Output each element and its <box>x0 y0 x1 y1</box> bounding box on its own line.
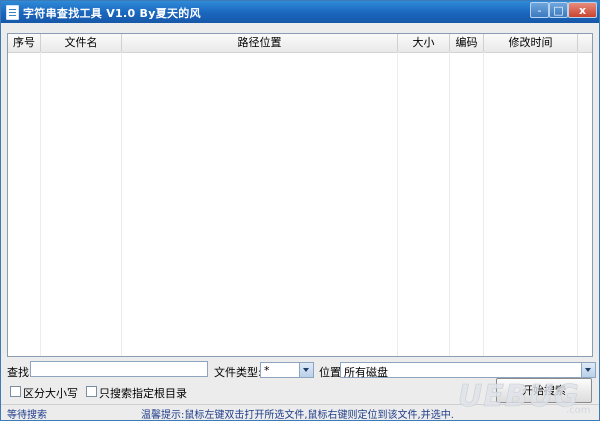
root-only-label[interactable]: 只搜索指定根目录 <box>99 385 187 401</box>
svg-text:UEBUG: UEBUG <box>458 379 580 414</box>
filetype-label: 文件类型: <box>214 366 262 379</box>
chevron-down-icon[interactable] <box>299 363 313 377</box>
column-header-size[interactable]: 大小 <box>398 34 450 52</box>
search-label: 查找: <box>7 366 33 379</box>
window-title: 字符串查找工具 V1.0 By夏天的风 <box>23 7 201 20</box>
column-divider <box>40 52 41 356</box>
app-icon <box>6 5 19 20</box>
column-header-modified[interactable]: 修改时间 <box>484 34 578 52</box>
column-header-path[interactable]: 路径位置 <box>122 34 398 52</box>
filetype-select[interactable]: * <box>260 362 314 378</box>
svg-text:.com: .com <box>566 405 591 416</box>
case-sensitive-checkbox[interactable] <box>10 386 21 397</box>
case-sensitive-label[interactable]: 区分大小写 <box>23 385 78 401</box>
location-value: 所有磁盘 <box>344 366 388 379</box>
column-divider <box>483 52 484 356</box>
app-window: 字符串查找工具 V1.0 By夏天的风 - □ x 序号 文件名 路径位置 大小… <box>0 0 600 421</box>
column-header-index[interactable]: 序号 <box>8 34 41 52</box>
maximize-button[interactable]: □ <box>549 2 568 18</box>
filetype-value: * <box>264 364 270 377</box>
column-divider <box>577 52 578 356</box>
column-header-encoding[interactable]: 编码 <box>450 34 484 52</box>
status-hint: 温馨提示:鼠标左键双击打开所选文件,鼠标右键则定位到该文件,并选中. <box>141 410 454 421</box>
status-text: 等待搜索 <box>7 410 47 421</box>
search-input[interactable] <box>30 361 208 377</box>
close-button[interactable]: x <box>568 2 597 18</box>
column-divider <box>397 52 398 356</box>
title-bar[interactable]: 字符串查找工具 V1.0 By夏天的风 - □ x <box>1 1 599 23</box>
minimize-button[interactable]: - <box>530 2 549 18</box>
watermark-logo: UEBUG .com <box>458 379 591 416</box>
list-header: 序号 文件名 路径位置 大小 编码 修改时间 <box>8 34 592 53</box>
column-divider <box>121 52 122 356</box>
column-header-filename[interactable]: 文件名 <box>41 34 122 52</box>
root-only-checkbox[interactable] <box>86 386 97 397</box>
results-list[interactable]: 序号 文件名 路径位置 大小 编码 修改时间 <box>7 33 593 357</box>
column-divider <box>449 52 450 356</box>
